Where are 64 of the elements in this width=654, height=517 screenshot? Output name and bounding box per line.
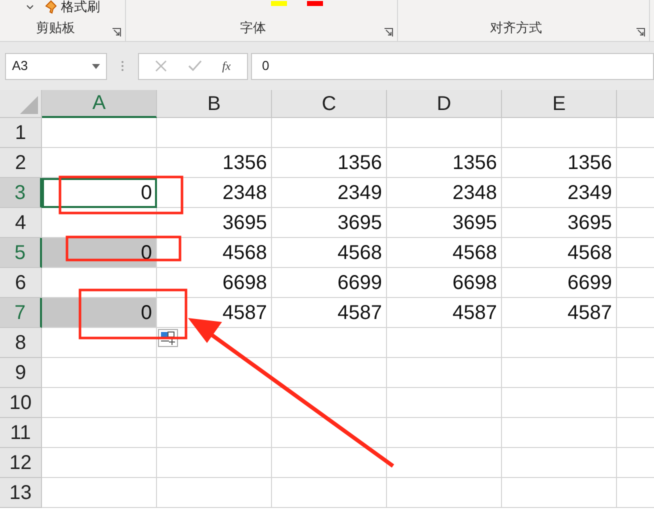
- row-header[interactable]: 7: [0, 298, 42, 328]
- select-all-corner[interactable]: [0, 90, 42, 118]
- table-cell: 2349: [502, 178, 617, 208]
- row-header[interactable]: 13: [0, 478, 42, 508]
- column-header[interactable]: D: [387, 90, 502, 118]
- group-label: 剪贴板: [36, 18, 75, 36]
- row-header[interactable]: 9: [0, 358, 42, 388]
- row-header[interactable]: 6: [0, 268, 42, 298]
- font-color-icon[interactable]: [307, 1, 323, 6]
- table-cell: 4587: [387, 298, 502, 328]
- formula-input[interactable]: 0: [251, 52, 654, 80]
- grip-icon: [121, 60, 124, 72]
- format-painter-button[interactable]: 格式刷: [44, 0, 100, 14]
- row-header[interactable]: 4: [0, 208, 42, 238]
- table-cell: 3695: [157, 208, 272, 238]
- cancel-icon[interactable]: [155, 60, 168, 72]
- paintbrush-icon: [44, 0, 58, 14]
- table-cell: 3695: [387, 208, 502, 238]
- table-cell: 1356: [157, 148, 272, 178]
- chevron-down-icon[interactable]: [26, 4, 34, 10]
- table-cell: 6698: [157, 268, 272, 298]
- insert-function-button[interactable]: fx: [222, 57, 231, 75]
- table-cell: 0: [42, 178, 157, 208]
- table-cell: 2349: [272, 178, 387, 208]
- row-header[interactable]: 5: [0, 238, 42, 268]
- row-header[interactable]: 3: [0, 178, 42, 208]
- table-cell: 6699: [502, 268, 617, 298]
- row-header[interactable]: 2: [0, 148, 42, 178]
- column-header[interactable]: [617, 90, 654, 118]
- table-cell: 2348: [157, 178, 272, 208]
- table-cell: 3695: [502, 208, 617, 238]
- table-cell: 6699: [272, 268, 387, 298]
- table-cell: 2348: [387, 178, 502, 208]
- dialog-launcher-icon[interactable]: [112, 28, 121, 37]
- row-header[interactable]: 8: [0, 328, 42, 358]
- group-label: 对齐方式: [490, 18, 542, 36]
- table-cell: 3695: [272, 208, 387, 238]
- table-cell: 1356: [502, 148, 617, 178]
- column-header[interactable]: C: [272, 90, 387, 118]
- row-header[interactable]: 10: [0, 388, 42, 418]
- table-cell: 4568: [502, 238, 617, 268]
- table-cell: 1356: [272, 148, 387, 178]
- dialog-launcher-icon[interactable]: [384, 28, 393, 37]
- table-cell: 4568: [272, 238, 387, 268]
- table-cell: 0: [42, 298, 157, 328]
- column-header[interactable]: B: [157, 90, 272, 118]
- group-label: 字体: [240, 18, 266, 36]
- check-icon[interactable]: [188, 60, 202, 72]
- table-cell: 4587: [272, 298, 387, 328]
- row-header[interactable]: 11: [0, 418, 42, 448]
- dialog-launcher-icon[interactable]: [636, 28, 645, 37]
- triangle-icon[interactable]: [20, 96, 38, 114]
- table-cell: 4587: [502, 298, 617, 328]
- table-cell: 6698: [387, 268, 502, 298]
- row-header[interactable]: 1: [0, 118, 42, 148]
- column-header[interactable]: E: [502, 90, 617, 118]
- name-box[interactable]: A3: [5, 52, 107, 80]
- table-cell: 1356: [387, 148, 502, 178]
- highlight-color-icon[interactable]: [271, 1, 287, 6]
- dropdown-caret-icon: [92, 64, 100, 68]
- column-header[interactable]: A: [42, 90, 157, 118]
- table-cell: 4568: [387, 238, 502, 268]
- table-cell: 4568: [157, 238, 272, 268]
- row-header[interactable]: 12: [0, 448, 42, 478]
